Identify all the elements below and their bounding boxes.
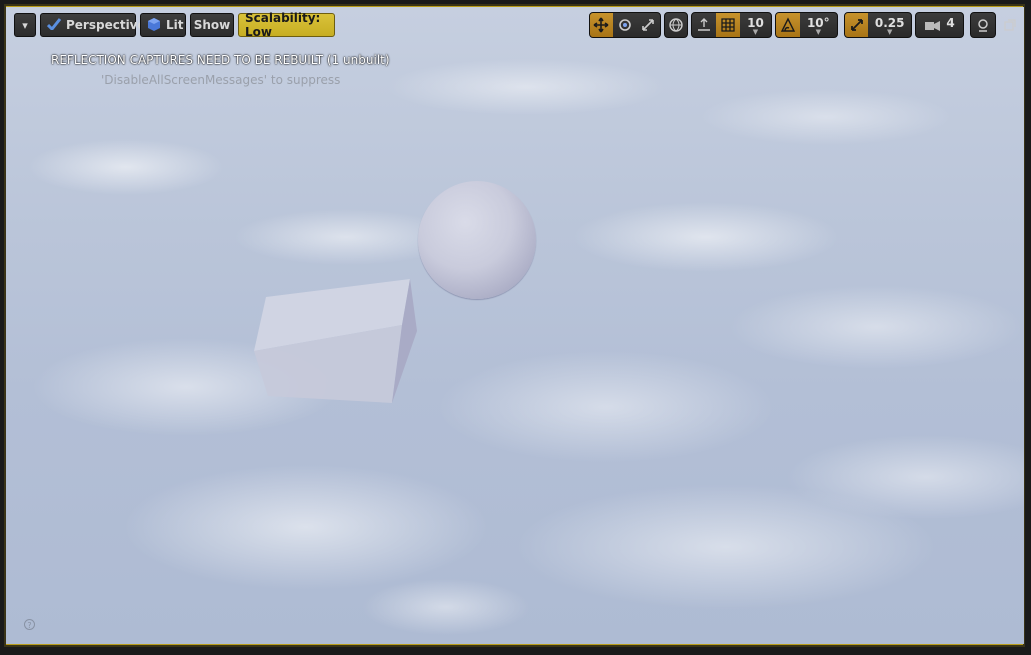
camera-speed-button[interactable]: 4 xyxy=(916,13,963,37)
perspective-button[interactable]: Perspective xyxy=(40,13,146,37)
sphere-mesh[interactable] xyxy=(418,181,536,299)
lit-view-mode-button[interactable]: Lit xyxy=(140,13,186,37)
scalability-label: Scalability: Low xyxy=(245,11,321,39)
viewport-search-button[interactable] xyxy=(971,13,995,37)
transform-mode-group xyxy=(589,12,661,38)
chevron-down-icon: ▼ xyxy=(752,28,759,36)
camera-speed-icon xyxy=(925,21,941,31)
translate-mode-button[interactable] xyxy=(590,13,613,37)
scale-icon xyxy=(642,19,654,31)
viewport-options-button[interactable]: ▾ xyxy=(14,13,36,37)
viewport-search-group xyxy=(970,12,996,38)
surface-snap-button[interactable] xyxy=(692,13,716,37)
maximize-icon xyxy=(1004,19,1016,31)
level-viewport[interactable] xyxy=(6,7,1024,644)
rotation-snap-toggle[interactable] xyxy=(776,13,800,37)
camera-speed-value: 4 xyxy=(946,16,955,30)
rotate-mode-button[interactable] xyxy=(613,13,637,37)
translate-icon xyxy=(593,17,609,33)
cube-mesh[interactable] xyxy=(242,273,422,408)
scale-mode-button[interactable] xyxy=(636,13,660,37)
show-button[interactable]: Show xyxy=(190,13,234,37)
scale-snap-toggle[interactable] xyxy=(845,13,869,37)
scale-snap-group: 0.25 ▼ xyxy=(844,12,912,38)
suppress-hint: 'DisableAllScreenMessages' to suppress xyxy=(101,73,341,87)
grid-snap-group: 10 ▼ xyxy=(691,12,772,38)
scalability-button[interactable]: Scalability: Low xyxy=(238,11,335,39)
chevron-down-icon: ▼ xyxy=(886,28,893,36)
surface-snap-icon xyxy=(698,18,710,31)
grid-snap-icon xyxy=(721,18,735,32)
camera-speed-group[interactable]: 4 xyxy=(915,12,964,38)
search-icon xyxy=(978,19,988,32)
rotation-snap-group: 10° ▼ xyxy=(775,12,838,38)
lit-label: Lit xyxy=(166,18,184,32)
rotate-icon xyxy=(618,19,631,31)
world-local-toggle[interactable] xyxy=(665,13,687,37)
grid-snap-value-dropdown[interactable]: 10 ▼ xyxy=(740,13,771,37)
lit-cube-icon xyxy=(147,17,161,34)
help-icon[interactable]: ? xyxy=(24,619,35,630)
grid-snap-toggle[interactable] xyxy=(716,13,740,37)
coordinate-system-group xyxy=(664,12,688,38)
scale-snap-value-dropdown[interactable]: 0.25 ▼ xyxy=(868,13,911,37)
world-local-icon xyxy=(669,18,683,32)
rotation-snap-value-dropdown[interactable]: 10° ▼ xyxy=(800,13,837,37)
chevron-down-icon: ▼ xyxy=(815,28,821,36)
rotation-snap-icon xyxy=(780,17,795,32)
perspective-check-icon xyxy=(46,17,62,33)
scale-snap-icon xyxy=(850,19,863,31)
show-label: Show xyxy=(193,18,231,32)
reflection-capture-warning: REFLECTION CAPTURES NEED TO BE REBUILT (… xyxy=(51,53,390,67)
perspective-label: Perspective xyxy=(66,18,146,32)
maximize-viewport-button[interactable] xyxy=(1003,18,1017,32)
chevron-down-icon: ▾ xyxy=(22,18,28,32)
